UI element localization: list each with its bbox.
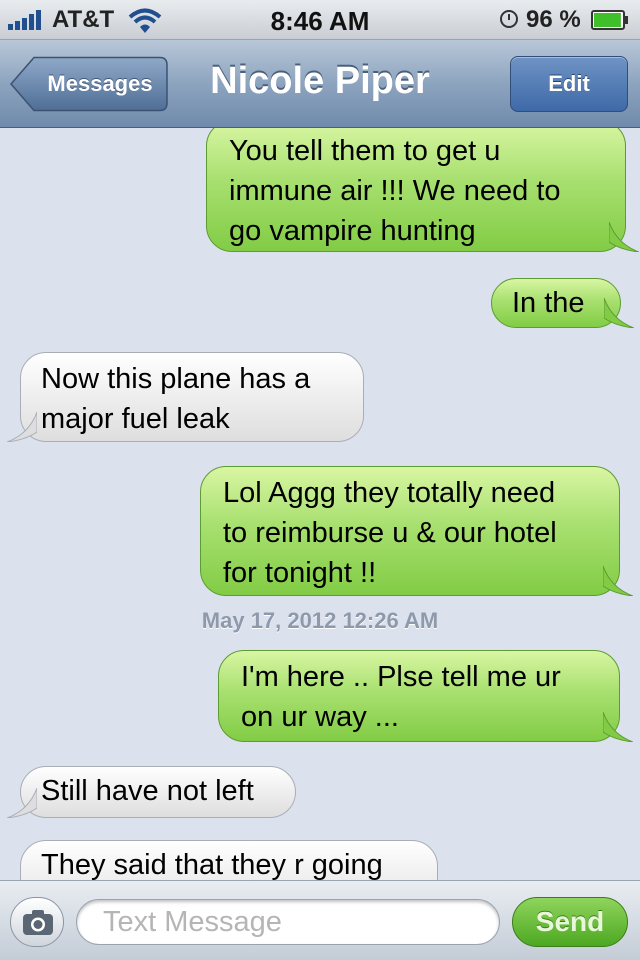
battery-icon <box>591 10 628 30</box>
bubble-tail-icon <box>7 788 37 818</box>
messages-back-button[interactable]: Messages <box>10 56 168 112</box>
message-input-bar: Text Message Send <box>0 880 640 960</box>
message-bubble-received[interactable]: Still have not left <box>7 766 296 818</box>
clock-icon <box>500 10 518 28</box>
bubble-tail-icon <box>7 412 37 442</box>
message-bubble-received[interactable]: They said that they r going <box>20 840 438 880</box>
bubble-tail-icon <box>609 222 639 252</box>
bubble-tail-icon <box>603 712 633 742</box>
message-timestamp: May 17, 2012 12:26 AM <box>201 608 439 633</box>
message-text: You tell them to get u immune air !!! We… <box>229 135 561 247</box>
status-bar: AT&T 8:46 AM 96 % <box>0 0 640 40</box>
message-bubble-sent[interactable]: In the <box>491 278 634 328</box>
message-bubble-sent[interactable]: You tell them to get u immune air !!! We… <box>206 128 639 252</box>
text-message-input[interactable]: Text Message <box>76 899 500 945</box>
battery-percentage: 96 % <box>526 6 581 33</box>
bubble-tail-icon <box>604 298 634 328</box>
send-button[interactable]: Send <box>512 897 628 947</box>
conversation-list[interactable]: You tell them to get u immune air !!! We… <box>0 128 640 880</box>
message-text: In the <box>512 287 585 319</box>
message-text: Now this plane has a major fuel leak <box>41 363 311 435</box>
message-bubble-sent[interactable]: Lol Aggg they totally need to reimburse … <box>200 466 633 596</box>
message-text: Still have not left <box>41 775 254 807</box>
camera-button[interactable] <box>10 897 64 947</box>
edit-button[interactable]: Edit <box>510 56 628 112</box>
bubble-tail-icon <box>603 566 633 596</box>
camera-icon <box>23 910 53 935</box>
message-text: They said that they r going <box>41 849 383 880</box>
back-button-label: Messages <box>47 71 153 96</box>
nav-bar: Messages Nicole Piper Edit <box>0 40 640 128</box>
message-bubble-sent[interactable]: I'm here .. Plse tell me ur on ur way ..… <box>218 650 633 742</box>
message-bubble-received[interactable]: Now this plane has a major fuel leak <box>7 352 364 442</box>
message-text: I'm here .. Plse tell me ur on ur way ..… <box>241 661 561 733</box>
message-text: Lol Aggg they totally need to reimburse … <box>223 477 557 589</box>
